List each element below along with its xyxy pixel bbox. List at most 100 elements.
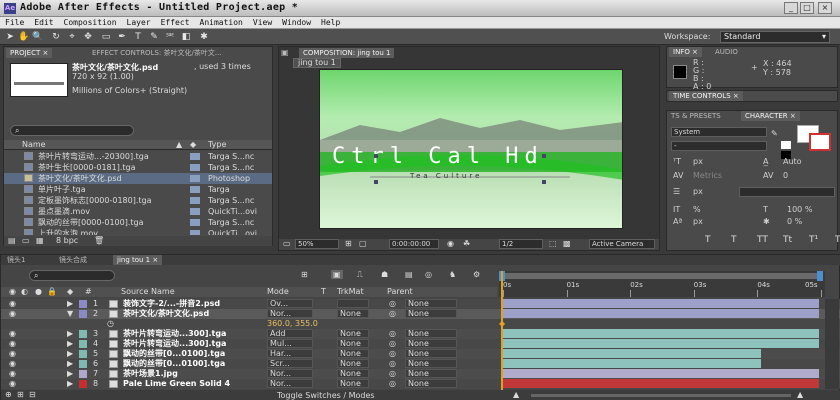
layer-name[interactable]: 茶叶片转弯运动...300].tga <box>123 329 226 339</box>
tab-effect-controls[interactable]: EFFECT CONTROLS: 茶叶文化/茶叶文... <box>88 48 226 58</box>
timeline-search-input[interactable]: ⌕ <box>29 270 115 281</box>
graph-editor-icon[interactable]: ♞ <box>449 270 456 279</box>
layer-row[interactable]: ◉ ▶ 7 茶叶场景1.jpg Nor... None ◎ None <box>1 369 840 379</box>
project-item[interactable]: 单片叶子.tga Targa <box>4 184 272 195</box>
tracking-field[interactable]: 0 <box>783 171 788 180</box>
layer-label-swatch[interactable] <box>79 300 87 308</box>
pick-whip-icon[interactable]: ◎ <box>389 299 396 309</box>
toggle-switches-modes-button[interactable]: Toggle Switches / Modes <box>277 391 375 400</box>
brainstorm-icon[interactable]: ⚙ <box>473 270 480 279</box>
visibility-eye-icon[interactable]: ◉ <box>9 339 16 349</box>
layer-label-swatch[interactable] <box>79 310 87 318</box>
layer-row[interactable]: ◉ ▶ 1 装饰文字-2/...-拼音2.psd Ov... ◎ None <box>1 299 840 309</box>
layer-duration-bar[interactable] <box>503 369 819 378</box>
maximize-button[interactable]: □ <box>800 2 814 14</box>
camera-select[interactable]: Active Camera <box>589 239 655 249</box>
composition-subtab[interactable]: jing tou 1 <box>293 58 341 68</box>
layer-mode-select[interactable]: Har... <box>267 349 313 358</box>
eraser-tool-icon[interactable]: ◧ <box>180 31 192 43</box>
layer-name[interactable]: 茶叶文化/茶叶文化.psd <box>123 309 209 319</box>
label-swatch[interactable] <box>190 153 200 160</box>
font-style-select[interactable]: - <box>671 141 767 151</box>
camera-tool-icon[interactable]: ⌖ <box>66 31 78 43</box>
draft-3d-icon[interactable]: ⎍ <box>357 270 363 280</box>
visibility-eye-icon[interactable]: ◉ <box>9 329 16 339</box>
workspace-select[interactable]: Standard ▾ <box>720 31 830 43</box>
vertical-scale-field[interactable]: % <box>693 205 701 214</box>
kerning-field[interactable]: Metrics <box>693 171 722 180</box>
project-item[interactable]: 上升的水泡.mov QuickTi...ovi <box>4 228 272 235</box>
layer-name[interactable]: 装饰文字-2/...-拼音2.psd <box>123 299 220 309</box>
layer-trkmat-select[interactable]: None <box>337 349 369 358</box>
column-parent[interactable]: Parent <box>387 287 413 296</box>
tab-audio[interactable]: AUDIO <box>711 47 742 57</box>
menu-effect[interactable]: Effect <box>156 17 195 29</box>
new-composition-icon[interactable]: ▦ <box>36 236 44 245</box>
project-search-input[interactable]: ⌕ <box>10 125 134 136</box>
comp-mini-flowchart-icon[interactable]: ⊞ <box>301 270 308 279</box>
expand-twirl-icon[interactable]: ▶ <box>67 349 73 359</box>
minimize-button[interactable]: _ <box>784 2 798 14</box>
pick-whip-icon[interactable]: ◎ <box>389 379 396 389</box>
stroke-width-field[interactable]: px <box>693 187 703 196</box>
layer-trkmat-select[interactable]: None <box>337 379 369 388</box>
layer-handle[interactable] <box>542 180 546 184</box>
live-update-icon[interactable]: ▣ <box>331 270 343 279</box>
layer-trkmat-select[interactable]: None <box>337 329 369 338</box>
font-size-field[interactable]: px <box>693 157 703 166</box>
region-icon[interactable]: ⬚ <box>549 239 557 248</box>
expand-twirl-icon[interactable]: ▶ <box>67 369 73 379</box>
label-swatch[interactable] <box>190 230 200 235</box>
project-item[interactable]: 茶叶片转弯运动...-20300].tga Targa S...nc <box>4 151 272 162</box>
type-tool-icon[interactable]: T <box>132 31 144 43</box>
selection-tool-icon[interactable]: ➤ <box>4 31 16 43</box>
brush-tool-icon[interactable]: ✎ <box>148 31 160 43</box>
zoom-select[interactable]: 50% <box>295 239 339 249</box>
text-format-button[interactable]: TT <box>757 235 768 245</box>
tab-info[interactable]: INFO × <box>669 47 702 57</box>
layer-label-swatch[interactable] <box>79 340 87 348</box>
tab-shot-1[interactable]: 镜头1 <box>3 255 29 265</box>
layer-row[interactable]: ◉ ▼ 2 茶叶文化/茶叶文化.psd Nor... None ◎ None <box>1 309 840 319</box>
layer-mode-select[interactable]: Add <box>267 329 313 338</box>
visibility-eye-icon[interactable]: ◉ <box>9 379 16 389</box>
layer-mode-select[interactable]: Scr... <box>267 359 313 368</box>
stroke-color-swatch[interactable] <box>809 133 831 151</box>
composition-viewer[interactable]: Ctrl Cal Hd Tea Culture <box>319 69 623 229</box>
text-format-button[interactable]: T <box>705 235 711 245</box>
layer-duration-bar[interactable] <box>503 329 819 338</box>
clone-stamp-tool-icon[interactable]: ⎃ <box>164 31 176 43</box>
layer-trkmat-select[interactable]: None <box>337 309 369 318</box>
tab-project[interactable]: PROJECT × <box>6 48 53 58</box>
rotate-tool-icon[interactable]: ↻ <box>50 31 62 43</box>
column-mode[interactable]: Mode <box>267 287 289 296</box>
menu-view[interactable]: View <box>248 17 277 29</box>
snapshot-icon[interactable]: ◉ <box>447 239 454 248</box>
rectangle-mask-tool-icon[interactable]: ▭ <box>100 31 112 43</box>
layer-parent-select[interactable]: None <box>405 339 457 348</box>
label-swatch[interactable] <box>190 208 200 215</box>
layer-row[interactable]: ◉ ▶ 6 飘动的丝带[0...0100].tga Scr... None ◎ None <box>1 359 840 369</box>
bpc-toggle[interactable]: 8 bpc <box>56 236 78 245</box>
tsume-field[interactable]: 0 % <box>787 217 802 226</box>
expand-stretch-icon[interactable]: ⊟ <box>29 390 36 399</box>
comp-timecode[interactable]: 0:00:00:00 <box>389 239 439 249</box>
expand-twirl-icon[interactable]: ▶ <box>67 359 73 369</box>
text-format-button[interactable]: T <box>731 235 737 245</box>
tab-character[interactable]: CHARACTER × <box>741 111 800 121</box>
column-source-name[interactable]: Source Name <box>121 287 175 296</box>
text-format-button[interactable]: Tt <box>783 235 792 245</box>
motion-blur-icon[interactable]: ◎ <box>425 270 432 279</box>
layer-mode-select[interactable]: Nor... <box>267 369 313 378</box>
layer-duration-bar[interactable] <box>503 299 819 308</box>
menu-composition[interactable]: Composition <box>59 17 122 29</box>
trash-icon[interactable]: 🗑 <box>94 236 104 245</box>
layer-duration-bar[interactable] <box>503 339 819 348</box>
layer-label-swatch[interactable] <box>79 360 87 368</box>
layer-name[interactable]: Pale Lime Green Solid 4 <box>123 379 230 389</box>
layer-label-swatch[interactable] <box>79 380 87 388</box>
timeline-scrollbar[interactable] <box>825 299 839 389</box>
label-swatch[interactable] <box>190 186 200 193</box>
layer-duration-bar[interactable] <box>503 309 819 318</box>
white-swatch[interactable] <box>781 141 791 149</box>
